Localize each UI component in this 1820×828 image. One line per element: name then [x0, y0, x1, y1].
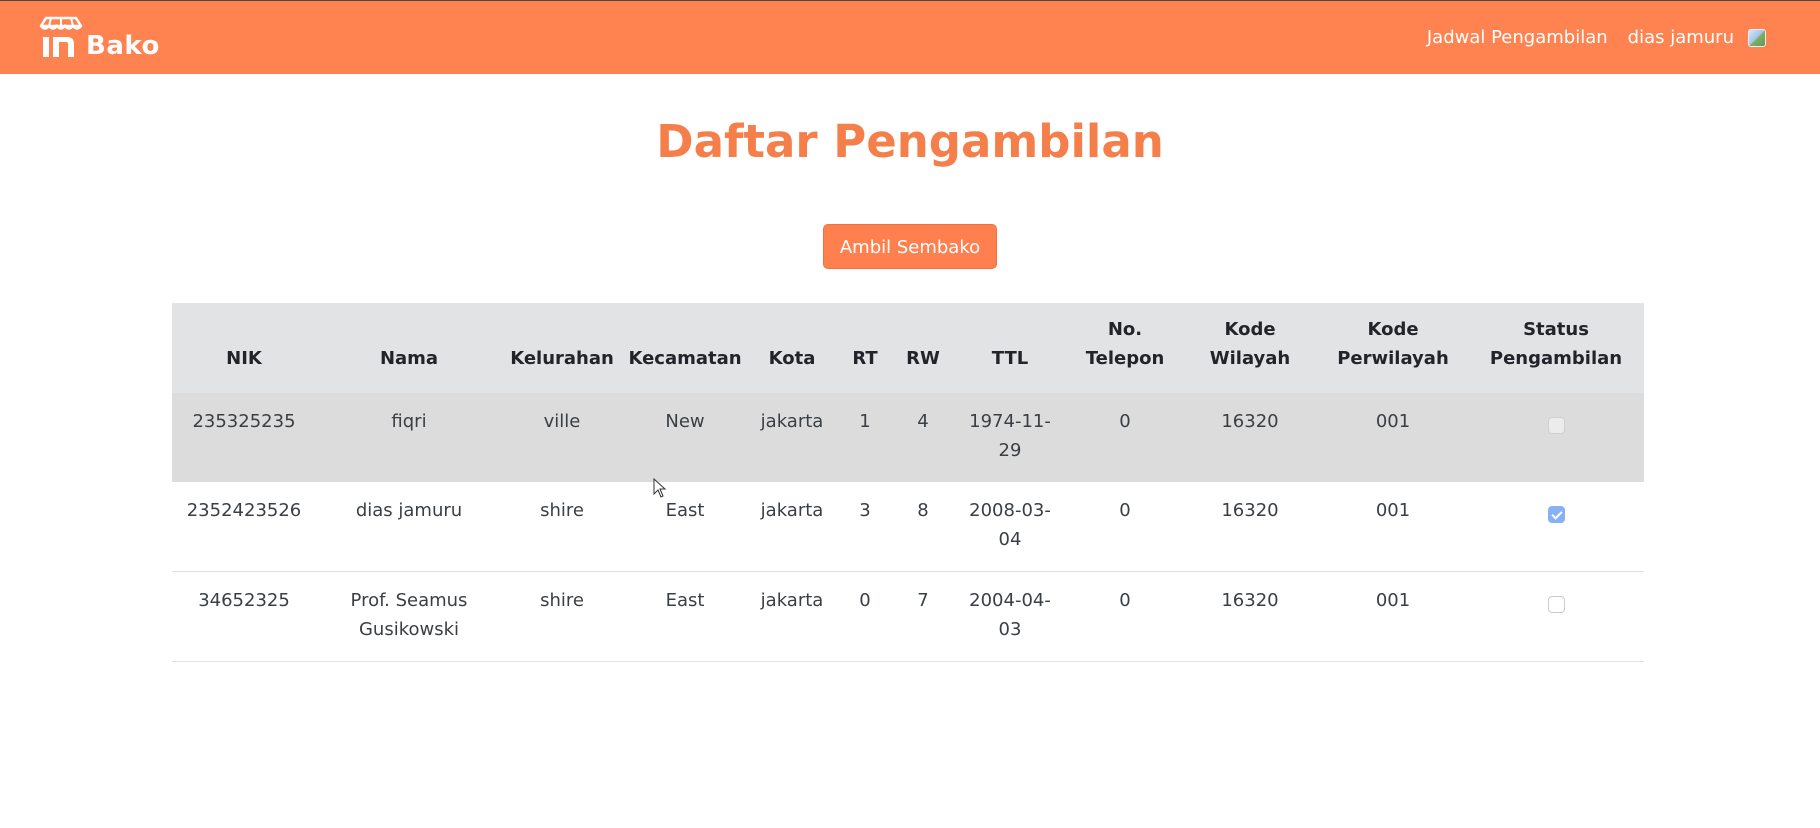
nav-link-user[interactable]: dias jamuru	[1628, 27, 1734, 48]
cell-kode-perwilayah: 001	[1318, 482, 1468, 572]
header-nama: Nama	[316, 303, 502, 393]
cell-kecamatan: East	[622, 571, 748, 662]
header-kode-wilayah: Kode Wilayah	[1182, 303, 1318, 393]
cell-status	[1468, 482, 1644, 572]
cell-kelurahan: shire	[502, 571, 622, 662]
cell-kode-perwilayah: 001	[1318, 571, 1468, 662]
cell-rt: 1	[836, 393, 894, 482]
cell-nik: 235325235	[172, 393, 316, 482]
cell-telepon: 0	[1068, 393, 1182, 482]
cell-kode-perwilayah: 001	[1318, 393, 1468, 482]
nav-link-jadwal-pengambilan[interactable]: Jadwal Pengambilan	[1427, 27, 1608, 48]
header-no-telepon: No. Telepon	[1068, 303, 1182, 393]
cell-kelurahan: ville	[502, 393, 622, 482]
header-kecamatan: Kecamatan	[622, 303, 748, 393]
table-row: 235325235 fiqri ville New jakarta 1 4 19…	[172, 393, 1644, 482]
cell-ttl: 2004-04-03	[952, 571, 1068, 662]
header-nik: NIK	[172, 303, 316, 393]
mouse-cursor-icon	[653, 478, 667, 498]
cell-status	[1468, 571, 1644, 662]
status-checkbox[interactable]	[1547, 416, 1565, 434]
cell-kecamatan: New	[622, 393, 748, 482]
header-kelurahan: Kelurahan	[502, 303, 622, 393]
store-icon	[39, 16, 83, 57]
cell-nama: fiqri	[316, 393, 502, 482]
cell-rw: 8	[894, 482, 952, 572]
table-row: 34652325 Prof. Seamus Gusikowski shire E…	[172, 571, 1644, 662]
brand-logo[interactable]: Bako	[38, 16, 160, 60]
cell-kode-wilayah: 16320	[1182, 393, 1318, 482]
cell-kecamatan: East	[622, 482, 748, 572]
status-checkbox[interactable]	[1547, 595, 1565, 613]
cell-ttl: 1974-11-29	[952, 393, 1068, 482]
cell-kota: jakarta	[748, 482, 836, 572]
header-kode-perwilayah: Kode Perwilayah	[1318, 303, 1468, 393]
cell-rt: 3	[836, 482, 894, 572]
cell-status	[1468, 393, 1644, 482]
cell-kelurahan: shire	[502, 482, 622, 572]
navbar: Bako Jadwal Pengambilan dias jamuru	[0, 1, 1820, 74]
table-row: 2352423526 dias jamuru shire East jakart…	[172, 482, 1644, 572]
avatar[interactable]	[1748, 28, 1766, 47]
cell-kota: jakarta	[748, 393, 836, 482]
cell-rt: 0	[836, 571, 894, 662]
cell-kode-wilayah: 16320	[1182, 482, 1318, 572]
cell-rw: 4	[894, 393, 952, 482]
cell-telepon: 0	[1068, 571, 1182, 662]
cell-nama: Prof. Seamus Gusikowski	[316, 571, 502, 662]
cell-kode-wilayah: 16320	[1182, 571, 1318, 662]
cell-nama: dias jamuru	[316, 482, 502, 572]
ambil-sembako-button[interactable]: Ambil Sembako	[822, 224, 998, 269]
cell-ttl: 2008-03-04	[952, 482, 1068, 572]
action-row: Ambil Sembako	[0, 224, 1820, 269]
pengambilan-table: NIK Nama Kelurahan Kecamatan Kota RT RW …	[172, 303, 1644, 662]
status-checkbox[interactable]	[1547, 505, 1565, 523]
page-title: Daftar Pengambilan	[656, 115, 1164, 168]
header-status-pengambilan: Status Pengambilan	[1468, 303, 1644, 393]
table-header-row: NIK Nama Kelurahan Kecamatan Kota RT RW …	[172, 303, 1644, 393]
nav-links: Jadwal Pengambilan dias jamuru	[1427, 27, 1766, 48]
cell-rw: 7	[894, 571, 952, 662]
header-ttl: TTL	[952, 303, 1068, 393]
brand-text: Bako	[86, 30, 160, 61]
cell-nik: 34652325	[172, 571, 316, 662]
header-rw: RW	[894, 303, 952, 393]
header-rt: RT	[836, 303, 894, 393]
cell-telepon: 0	[1068, 482, 1182, 572]
cell-nik: 2352423526	[172, 482, 316, 572]
cell-kota: jakarta	[748, 571, 836, 662]
header-kota: Kota	[748, 303, 836, 393]
